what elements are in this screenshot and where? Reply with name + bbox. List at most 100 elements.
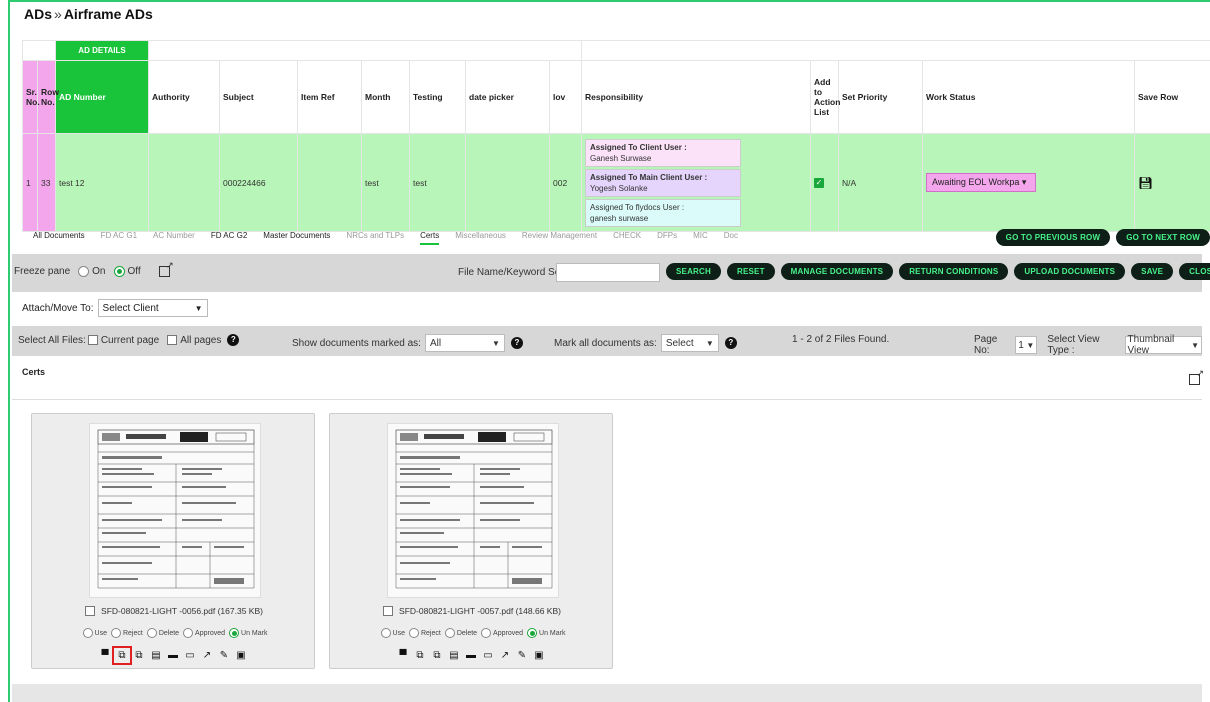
current-page-label: Current page	[100, 334, 160, 346]
attach-select[interactable]: Select Client ▼	[97, 299, 208, 317]
filename-text[interactable]: SFD-080821-LIGHT -0056.pdf (167.35 KB)	[101, 606, 263, 616]
save-button[interactable]: SAVE	[1131, 263, 1174, 280]
resp-client-user[interactable]: Assigned To Client User : Ganesh Surwase	[585, 138, 741, 167]
freeze-off-radio[interactable]	[113, 266, 125, 277]
all-pages-checkbox[interactable]	[167, 335, 178, 345]
resp-flydocs-user[interactable]: Assigned To flydocs User : ganesh surwase	[585, 198, 741, 227]
folder-move-icon[interactable]: ▭	[184, 650, 196, 661]
approved-radio[interactable]	[183, 628, 194, 638]
tab-all-documents[interactable]: All Documents	[33, 231, 85, 245]
cell-month[interactable]: test	[361, 133, 410, 232]
document-move-icon[interactable]: ⧉	[133, 650, 145, 661]
tab-ac-number[interactable]: AC Number	[153, 231, 195, 245]
cell-date-picker[interactable]	[465, 133, 550, 232]
approved-radio[interactable]	[481, 628, 492, 638]
tab-fd-ac-g1[interactable]: FD AC G1	[101, 231, 137, 245]
delete-radio[interactable]	[146, 628, 157, 638]
caret-down-icon: ▾	[1021, 177, 1027, 187]
comment-icon[interactable]: ▀	[397, 650, 409, 661]
filename-text[interactable]: SFD-080821-LIGHT -0057.pdf (148.66 KB)	[399, 606, 561, 616]
document-tabs: All Documents FD AC G1 AC Number FD AC G…	[33, 231, 754, 245]
cell-authority[interactable]	[148, 133, 220, 232]
tab-certs[interactable]: Certs	[420, 231, 440, 245]
breadcrumb-parent[interactable]: ADs	[24, 6, 52, 22]
comment-icon[interactable]: ▀	[99, 650, 111, 661]
close-button[interactable]: CLOSE	[1179, 263, 1210, 280]
use-radio[interactable]	[82, 628, 93, 638]
tab-miscellaneous[interactable]: Miscellaneous	[455, 231, 506, 245]
document-move-icon[interactable]: ⧉	[431, 650, 443, 661]
folder-icon[interactable]: ▬	[465, 650, 477, 661]
return-conditions-button[interactable]: RETURN CONDITIONS	[899, 263, 1009, 280]
manage-documents-button[interactable]: MANAGE DOCUMENTS	[780, 263, 894, 280]
folder-move-icon[interactable]: ▭	[482, 650, 494, 661]
resp-value: Yogesh Solanke	[590, 183, 648, 193]
cell-subject[interactable]: 000224466	[219, 133, 298, 232]
unmark-radio[interactable]	[527, 628, 538, 638]
current-page-checkbox[interactable]	[87, 335, 98, 345]
folder-icon[interactable]: ▬	[167, 650, 179, 661]
document-copy-icon[interactable]: ⧉	[112, 646, 132, 665]
tab-master-documents[interactable]: Master Documents	[263, 231, 330, 245]
show-marked-select[interactable]: All ▼	[424, 334, 505, 352]
unmark-radio[interactable]	[229, 628, 240, 638]
work-status-select[interactable]: Awaiting EOL Workpa ▾	[926, 173, 1036, 192]
share-icon[interactable]: ↗	[499, 650, 511, 661]
search-input[interactable]	[556, 263, 660, 282]
cell-set-priority[interactable]: N/A	[838, 133, 923, 232]
mark-all-select[interactable]: Select ▼	[660, 334, 719, 352]
reject-radio[interactable]	[408, 628, 419, 638]
tab-review-management[interactable]: Review Management	[522, 231, 597, 245]
tab-doc[interactable]: Doc	[724, 231, 738, 245]
view-type-select[interactable]: Thumbnail View ▼	[1124, 334, 1203, 356]
freeze-on-radio[interactable]	[78, 266, 90, 277]
cell-testing[interactable]: test	[409, 133, 466, 232]
external-link-icon[interactable]	[1189, 368, 1204, 385]
share-icon[interactable]: ↗	[201, 650, 213, 661]
edit-icon[interactable]: ✎	[516, 650, 528, 661]
tab-mic[interactable]: MIC	[693, 231, 708, 245]
view-type-label: Select View Type :	[1047, 334, 1100, 356]
add-to-action-checkbox[interactable]: ✓	[814, 178, 824, 188]
resp-main-client-user[interactable]: Assigned To Main Client User : Yogesh Sol…	[585, 168, 741, 197]
breadcrumb-separator: »	[54, 6, 62, 22]
document-thumbnail[interactable]	[387, 423, 559, 598]
attach-label: Attach/Move To:	[22, 302, 94, 314]
resp-label: Assigned To Main Client User :	[590, 172, 708, 182]
document-checkbox[interactable]	[383, 606, 394, 616]
cell-ad-number[interactable]: test 12	[55, 133, 149, 232]
tab-fd-ac-g2[interactable]: FD AC G2	[211, 231, 247, 245]
document-info-icon[interactable]: ▤	[150, 650, 162, 661]
prev-row-button[interactable]: GO TO PREVIOUS ROW	[995, 229, 1111, 246]
image-icon[interactable]: ▣	[533, 650, 545, 661]
image-icon[interactable]: ▣	[235, 650, 247, 661]
document-info-icon[interactable]: ▤	[448, 650, 460, 661]
resp-label: Assigned To flydocs User :	[590, 202, 685, 212]
reset-button[interactable]: RESET	[726, 263, 775, 280]
page-no-select[interactable]: 1 ▼	[1015, 336, 1038, 354]
tab-dfps[interactable]: DFPs	[657, 231, 677, 245]
mark-all-label: Mark all documents as:	[554, 337, 657, 349]
edit-icon[interactable]: ✎	[218, 650, 230, 661]
document-checkbox[interactable]	[85, 606, 96, 616]
next-row-button[interactable]: GO TO NEXT ROW	[1116, 229, 1210, 246]
approved-label: Approved	[493, 629, 524, 637]
delete-radio[interactable]	[444, 628, 455, 638]
caret-down-icon: ▼	[194, 303, 203, 313]
table-row[interactable]: 1 33 test 12 000224466 test test 002 Ass…	[22, 133, 1210, 232]
reject-radio[interactable]	[110, 628, 121, 638]
use-radio[interactable]	[380, 628, 391, 638]
tab-check[interactable]: CHECK	[613, 231, 641, 245]
help-icon[interactable]: ?	[227, 334, 240, 346]
save-icon[interactable]: 💾︎	[1138, 176, 1153, 190]
cell-item-ref[interactable]	[297, 133, 362, 232]
search-button[interactable]: SEARCH	[666, 263, 721, 280]
document-thumbnail[interactable]	[89, 423, 261, 598]
cell-lov[interactable]: 002	[549, 133, 582, 232]
document-copy-icon[interactable]: ⧉	[414, 650, 426, 661]
tab-nrcs-and-tlps[interactable]: NRCs and TLPs	[346, 231, 404, 245]
help-icon[interactable]: ?	[724, 337, 737, 349]
external-link-icon[interactable]	[158, 260, 174, 277]
upload-documents-button[interactable]: UPLOAD DOCUMENTS	[1014, 263, 1126, 280]
help-icon[interactable]: ?	[510, 337, 523, 349]
